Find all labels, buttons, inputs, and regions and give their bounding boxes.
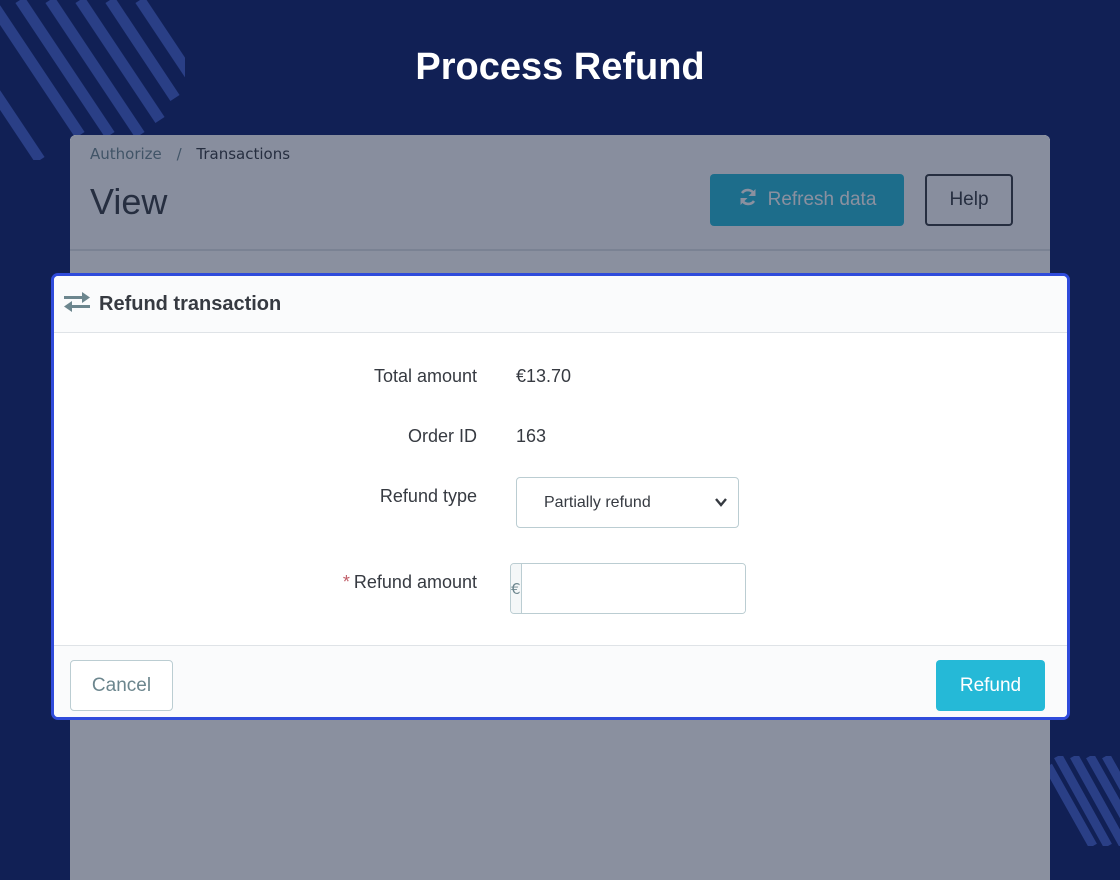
refund-amount-input-group: € bbox=[510, 563, 746, 614]
refund-amount-input[interactable] bbox=[521, 564, 745, 613]
order-id-label: Order ID bbox=[407, 426, 477, 446]
refund-type-label: Refund type bbox=[379, 486, 477, 506]
refund-amount-label: Refund amount bbox=[353, 572, 477, 592]
decorative-stripes-bottom-right bbox=[1048, 756, 1120, 846]
page-heading: Process Refund bbox=[415, 46, 705, 88]
refund-type-selected-value: Partially refund bbox=[544, 493, 651, 511]
refund-amount-label-row: * Refund amount bbox=[343, 572, 477, 593]
cancel-button[interactable]: Cancel bbox=[70, 660, 173, 711]
refund-modal: Refund transaction Total amount €13.70 O… bbox=[51, 273, 1070, 720]
total-amount-label: Total amount bbox=[373, 366, 477, 386]
exchange-icon bbox=[63, 291, 91, 317]
modal-title: Refund transaction bbox=[99, 292, 282, 315]
refund-type-select[interactable]: Partially refund bbox=[516, 477, 739, 528]
modal-footer: Cancel Refund bbox=[54, 645, 1067, 717]
total-amount-value: €13.70 bbox=[516, 366, 572, 386]
modal-header: Refund transaction bbox=[54, 276, 1067, 333]
chevron-down-icon bbox=[714, 495, 728, 514]
modal-body: Total amount €13.70 Order ID 163 Refund … bbox=[54, 333, 1067, 645]
order-id-value: 163 bbox=[516, 426, 547, 446]
required-asterisk: * bbox=[342, 572, 350, 592]
refund-button[interactable]: Refund bbox=[936, 660, 1045, 711]
currency-prefix: € bbox=[511, 564, 522, 613]
